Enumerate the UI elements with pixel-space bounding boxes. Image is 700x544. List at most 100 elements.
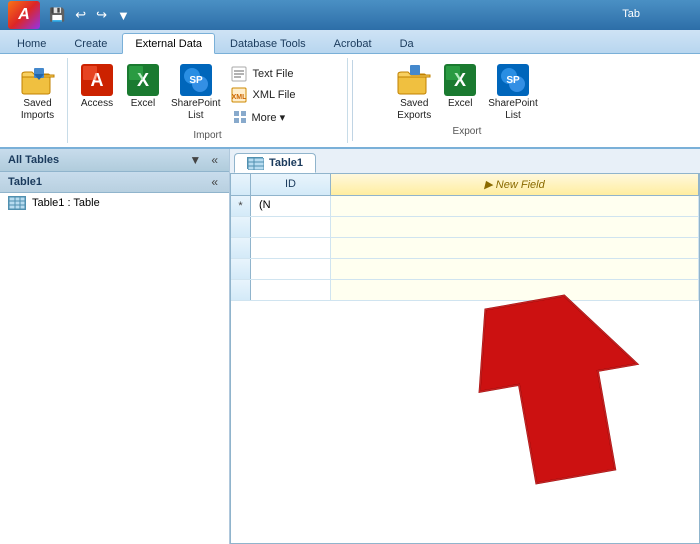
tab-database-tools[interactable]: Database Tools <box>217 33 319 53</box>
saved-imports-content: SavedImports <box>17 60 59 139</box>
saved-exports-button[interactable]: SavedExports <box>393 60 435 124</box>
excel-export-icon: X <box>442 62 478 98</box>
ribbon-body: SavedImports A Access <box>0 54 700 149</box>
datasheet-area: Table1 ID ▶ New Field * (N <box>230 149 700 544</box>
import-label: Import <box>76 130 339 141</box>
saved-imports-icon <box>20 62 56 98</box>
xml-file-icon: XML <box>230 86 248 104</box>
title-bar: A 💾 ↩ ↪ ▼ Tab <box>0 0 700 30</box>
grid-header-id: ID <box>251 174 331 195</box>
grid-cell-empty-id-3[interactable] <box>251 259 331 279</box>
nav-section-title: Table1 <box>8 176 42 188</box>
grid-header: ID ▶ New Field <box>231 174 699 196</box>
access-label: Access <box>81 98 113 110</box>
more-icon <box>231 108 249 126</box>
svg-text:SP: SP <box>506 75 520 86</box>
office-logo: A <box>18 6 30 24</box>
xml-file-label: XML File <box>252 89 295 101</box>
grid-header-new-field[interactable]: ▶ New Field <box>331 174 699 195</box>
office-button[interactable]: A <box>8 1 40 29</box>
excel-icon: X <box>125 62 161 98</box>
sharepoint-export-button[interactable]: SP SharePointList <box>485 60 540 124</box>
nav-header: All Tables ▼ « <box>0 149 229 172</box>
grid-cell-empty-id-4[interactable] <box>251 280 331 300</box>
saved-exports-icon <box>396 62 432 98</box>
grid-cell-empty-id[interactable] <box>251 217 331 237</box>
more-label: More ▾ <box>251 111 285 124</box>
tab-create[interactable]: Create <box>61 33 120 53</box>
grid-cell-empty-new[interactable] <box>331 217 699 237</box>
row-indicator-empty-3 <box>231 259 251 279</box>
nav-section-collapse[interactable]: « <box>208 175 221 189</box>
quick-access-toolbar: 💾 ↩ ↪ ▼ <box>46 5 133 25</box>
table-icon <box>8 196 26 210</box>
grid-cell-empty-new-3[interactable] <box>331 259 699 279</box>
nav-collapse-btn[interactable]: « <box>208 153 221 167</box>
tab-external-data[interactable]: External Data <box>122 33 215 54</box>
grid-cell-empty-new-4[interactable] <box>331 280 699 300</box>
sharepoint-export-label: SharePointList <box>488 98 537 122</box>
window-title: Tab <box>622 8 640 20</box>
export-group: SavedExports X Excel <box>357 58 577 143</box>
grid-row-empty-2 <box>231 238 699 259</box>
excel-import-label: Excel <box>131 98 155 110</box>
svg-text:SP: SP <box>189 75 203 86</box>
grid-row-new: * (N <box>231 196 699 217</box>
tab-home[interactable]: Home <box>4 33 59 53</box>
sharepoint-export-icon: SP <box>495 62 531 98</box>
tab-da[interactable]: Da <box>387 33 427 53</box>
grid-cell-empty-new-2[interactable] <box>331 238 699 258</box>
save-quick-btn[interactable]: 💾 <box>46 5 68 25</box>
nav-item-table1-label: Table1 : Table <box>32 197 100 209</box>
excel-export-label: Excel <box>448 98 472 110</box>
datasheet-tab-label: Table1 <box>269 157 303 169</box>
saved-exports-label: SavedExports <box>397 98 431 122</box>
import-side-items: Text File XML XML File <box>227 60 298 128</box>
datasheet-grid: ID ▶ New Field * (N <box>230 173 700 544</box>
grid-row-empty-3 <box>231 259 699 280</box>
row-indicator-empty-4 <box>231 280 251 300</box>
title-bar-left: A 💾 ↩ ↪ ▼ <box>8 1 133 29</box>
text-file-button[interactable]: Text File <box>227 64 298 84</box>
nav-section-table1: Table1 « <box>0 172 229 193</box>
saved-imports-label: SavedImports <box>21 98 54 122</box>
ribbon-divider <box>352 60 353 141</box>
nav-filter-btn[interactable]: ▼ <box>186 153 204 167</box>
grid-cell-new[interactable] <box>331 196 699 216</box>
grid-row-empty-1 <box>231 217 699 238</box>
saved-imports-group: SavedImports <box>8 58 68 143</box>
access-icon: A <box>79 62 115 98</box>
main-area: All Tables ▼ « Table1 « Table1 : Table <box>0 149 700 544</box>
text-file-icon <box>230 65 248 83</box>
new-field-label: New Field <box>496 179 545 191</box>
row-indicator-empty-2 <box>231 238 251 258</box>
nav-controls: ▼ « <box>186 153 221 167</box>
sharepoint-import-label: SharePointList <box>171 98 220 122</box>
grid-cell-empty-id-2[interactable] <box>251 238 331 258</box>
nav-item-table1[interactable]: Table1 : Table <box>0 193 229 213</box>
xml-file-button[interactable]: XML XML File <box>227 85 298 105</box>
datasheet-tabs: Table1 <box>230 149 700 173</box>
nav-title: All Tables <box>8 154 59 166</box>
excel-button[interactable]: X Excel <box>122 60 164 112</box>
import-group: A Access X Excel <box>68 58 348 143</box>
text-file-label: Text File <box>252 68 293 80</box>
export-label: Export <box>365 126 569 137</box>
grid-cell-id[interactable]: (N <box>251 196 331 216</box>
datasheet-tab-table1[interactable]: Table1 <box>234 153 316 173</box>
ribbon-tabs: Home Create External Data Database Tools… <box>0 30 700 54</box>
tab-acrobat[interactable]: Acrobat <box>321 33 385 53</box>
svg-text:XML: XML <box>232 94 247 101</box>
access-button[interactable]: A Access <box>76 60 118 112</box>
dropdown-btn[interactable]: ▼ <box>114 6 133 25</box>
undo-btn[interactable]: ↩ <box>72 5 89 25</box>
row-indicator: * <box>231 196 251 216</box>
excel-export-button[interactable]: X Excel <box>439 60 481 112</box>
redo-btn[interactable]: ↪ <box>93 5 110 25</box>
saved-imports-button[interactable]: SavedImports <box>17 60 59 124</box>
tab-table-icon <box>247 157 263 169</box>
sharepoint-icon: SP <box>178 62 214 98</box>
row-indicator-empty <box>231 217 251 237</box>
more-button[interactable]: More ▾ <box>227 106 298 128</box>
sharepoint-button[interactable]: SP SharePointList <box>168 60 223 124</box>
